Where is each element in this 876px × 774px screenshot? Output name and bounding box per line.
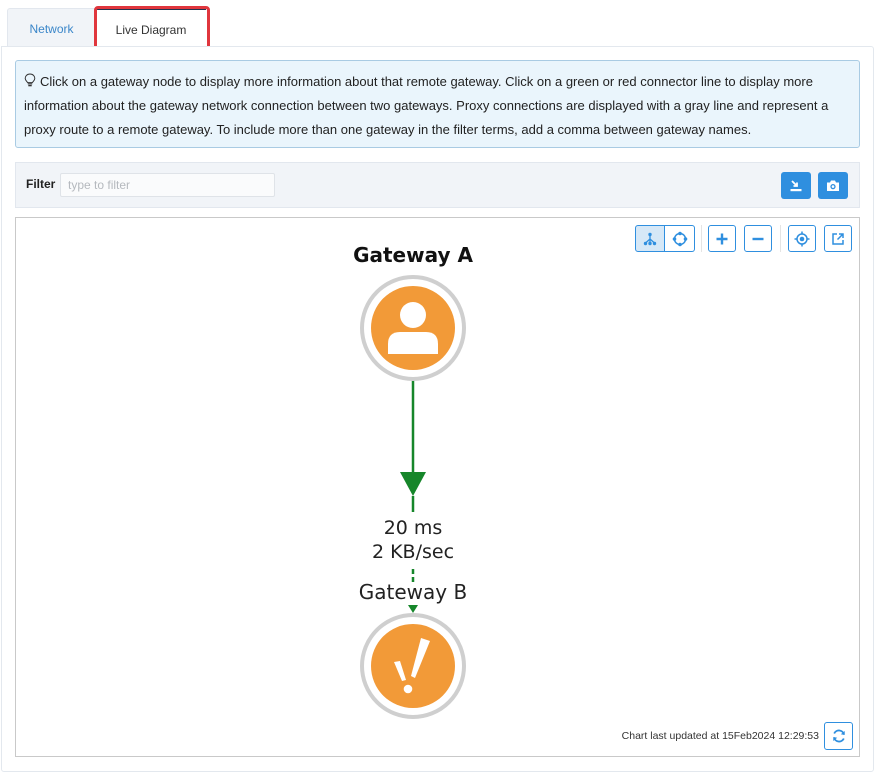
refresh-button[interactable] bbox=[824, 722, 853, 750]
edge-throughput-label[interactable]: 2 KB/sec bbox=[372, 541, 454, 563]
camera-icon bbox=[827, 180, 839, 191]
filter-input[interactable] bbox=[60, 173, 275, 197]
network-graph: 20 ms 2 KB/sec Gateway A Gateway B bbox=[353, 243, 473, 719]
diagram-canvas[interactable]: 20 ms 2 KB/sec Gateway A Gateway B Chart… bbox=[15, 217, 860, 757]
info-box: Click on a gateway node to display more … bbox=[15, 60, 860, 148]
node-gateway-b-circle[interactable] bbox=[371, 624, 455, 708]
node-label-gateway-a[interactable]: Gateway A bbox=[353, 243, 473, 267]
filter-label: Filter bbox=[26, 177, 56, 191]
node-gateway-b[interactable] bbox=[360, 613, 466, 719]
filter-bar: Filter bbox=[15, 162, 860, 208]
edge-latency-label[interactable]: 20 ms bbox=[384, 517, 443, 539]
node-gateway-a[interactable] bbox=[360, 275, 466, 381]
last-updated-text: Chart last updated at 15Feb2024 12:29:53 bbox=[621, 730, 819, 742]
export-button[interactable] bbox=[781, 172, 811, 199]
node-label-gateway-b[interactable]: Gateway B bbox=[359, 580, 467, 604]
tab-bar: Network Live Diagram bbox=[7, 6, 210, 53]
screenshot-button[interactable] bbox=[818, 172, 848, 199]
connector-arrow[interactable] bbox=[400, 472, 426, 496]
connector-arrow-head[interactable] bbox=[408, 605, 418, 613]
download-icon bbox=[790, 179, 802, 191]
tab-live-diagram-label: Live Diagram bbox=[115, 23, 187, 37]
lightbulb-icon bbox=[24, 73, 36, 87]
tab-network[interactable]: Network bbox=[7, 8, 96, 46]
info-text: Click on a gateway node to display more … bbox=[24, 74, 829, 137]
tab-live-diagram[interactable]: Live Diagram bbox=[94, 6, 210, 53]
refresh-icon bbox=[832, 729, 845, 743]
